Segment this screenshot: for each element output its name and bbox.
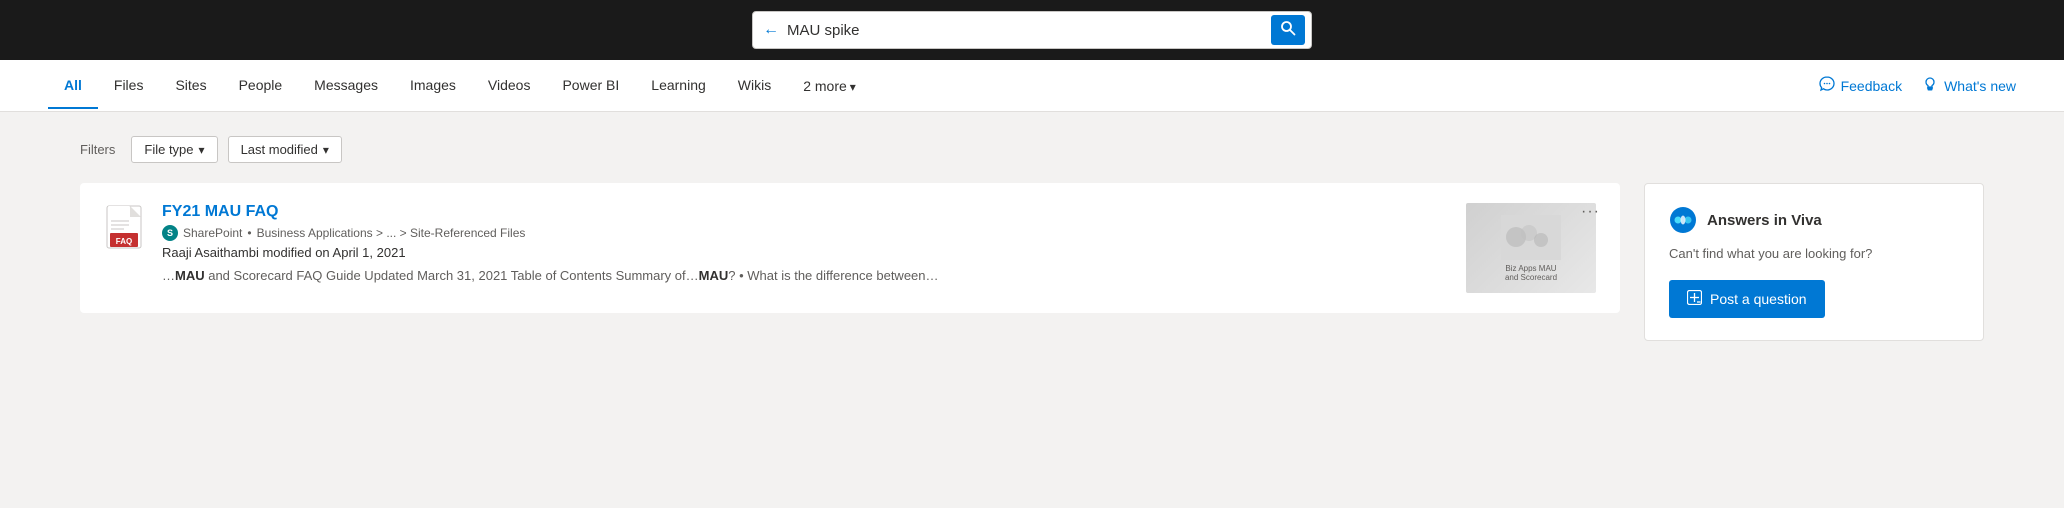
tab-wikis[interactable]: Wikis [722, 63, 787, 109]
sharepoint-icon: S [162, 225, 178, 241]
sidebar-card: Answers in Viva Can't find what you are … [1644, 183, 1984, 341]
nav-bar: All Files Sites People Messages Images V… [0, 60, 2064, 112]
path-rest: Business Applications > ... > Site-Refer… [257, 226, 526, 240]
feedback-icon [1819, 76, 1835, 95]
post-question-icon [1687, 290, 1702, 308]
result-thumbnail: Biz Apps MAU and Scorecard [1466, 203, 1596, 293]
thumb-label1: Biz Apps MAU [1505, 264, 1556, 273]
sp-letter: S [167, 228, 173, 238]
tab-files[interactable]: Files [98, 63, 160, 109]
thumb-label2: and Scorecard [1505, 273, 1557, 282]
path-separator: • [247, 226, 251, 240]
nav-actions: Feedback What's new [1819, 76, 2016, 95]
viva-icon [1669, 206, 1697, 234]
result-modified: Raaji Asaithambi modified on April 1, 20… [162, 245, 1448, 260]
svg-text:FAQ: FAQ [116, 237, 132, 246]
filters-label: Filters [80, 142, 115, 157]
result-body: FY21 MAU FAQ S SharePoint • Business App… [162, 203, 1448, 293]
result-more-button[interactable]: ··· [1581, 203, 1600, 221]
feedback-button[interactable]: Feedback [1819, 76, 1902, 95]
main-content: Filters File type Last modified [0, 112, 2064, 508]
file-type-filter[interactable]: File type [131, 136, 217, 163]
sidebar-card-title: Answers in Viva [1707, 212, 1822, 229]
table-row: FAQ FY21 MAU FAQ S SharePoint • Bu [80, 183, 1620, 313]
snippet-bold1: MAU [175, 268, 205, 283]
search-icon [1280, 20, 1296, 40]
thumbnail-image [1501, 215, 1561, 260]
tab-all[interactable]: All [48, 63, 98, 109]
last-modified-filter[interactable]: Last modified [228, 136, 342, 163]
whats-new-label: What's new [1944, 78, 2016, 94]
tab-images[interactable]: Images [394, 63, 472, 109]
post-question-label: Post a question [1710, 291, 1807, 307]
modified-by: Raaji Asaithambi [162, 245, 259, 260]
back-button[interactable]: ← [763, 21, 787, 39]
search-input[interactable] [787, 22, 1271, 39]
tab-messages[interactable]: Messages [298, 63, 394, 109]
path-site: SharePoint [183, 226, 242, 240]
sidebar-card-desc: Can't find what you are looking for? [1669, 244, 1959, 264]
sidebar-card-header: Answers in Viva [1669, 206, 1959, 234]
post-question-button[interactable]: Post a question [1669, 280, 1825, 318]
top-bar: ← [0, 0, 2064, 60]
chevron-down-icon [850, 78, 856, 94]
file-type-chevron-icon [199, 142, 205, 157]
result-file-icon: FAQ [104, 203, 144, 251]
results-area: FAQ FY21 MAU FAQ S SharePoint • Bu [80, 183, 1984, 341]
filters-bar: Filters File type Last modified [80, 132, 1984, 171]
tab-people[interactable]: People [223, 63, 299, 109]
more-label: 2 more [803, 78, 847, 94]
tab-videos[interactable]: Videos [472, 63, 547, 109]
thumbnail-label: Biz Apps MAU and Scorecard [1501, 264, 1561, 282]
snippet-mid2: ? • What is the difference between… [728, 268, 938, 283]
lightbulb-icon [1922, 76, 1938, 95]
result-path: S SharePoint • Business Applications > .… [162, 225, 1448, 241]
search-container: ← [752, 11, 1312, 49]
nav-tabs: All Files Sites People Messages Images V… [48, 63, 1819, 109]
snippet-before: … [162, 268, 175, 283]
file-type-label: File type [144, 142, 193, 157]
tab-more[interactable]: 2 more [787, 64, 872, 108]
feedback-label: Feedback [1841, 78, 1902, 94]
back-arrow-icon: ← [763, 21, 779, 39]
thumbnail-inner: Biz Apps MAU and Scorecard [1466, 203, 1596, 293]
results-list: FAQ FY21 MAU FAQ S SharePoint • Bu [80, 183, 1620, 341]
modified-date: modified on April 1, 2021 [262, 245, 405, 260]
tab-powerbi[interactable]: Power BI [546, 63, 635, 109]
tab-learning[interactable]: Learning [635, 63, 722, 109]
result-snippet: …MAU and Scorecard FAQ Guide Updated Mar… [162, 266, 1448, 286]
tab-sites[interactable]: Sites [159, 63, 222, 109]
whats-new-button[interactable]: What's new [1922, 76, 2016, 95]
last-modified-label: Last modified [241, 142, 318, 157]
snippet-mid1: and Scorecard FAQ Guide Updated March 31… [205, 268, 699, 283]
snippet-bold2: MAU [699, 268, 729, 283]
search-button[interactable] [1271, 15, 1305, 45]
result-title[interactable]: FY21 MAU FAQ [162, 203, 278, 220]
last-modified-chevron-icon [323, 142, 329, 157]
